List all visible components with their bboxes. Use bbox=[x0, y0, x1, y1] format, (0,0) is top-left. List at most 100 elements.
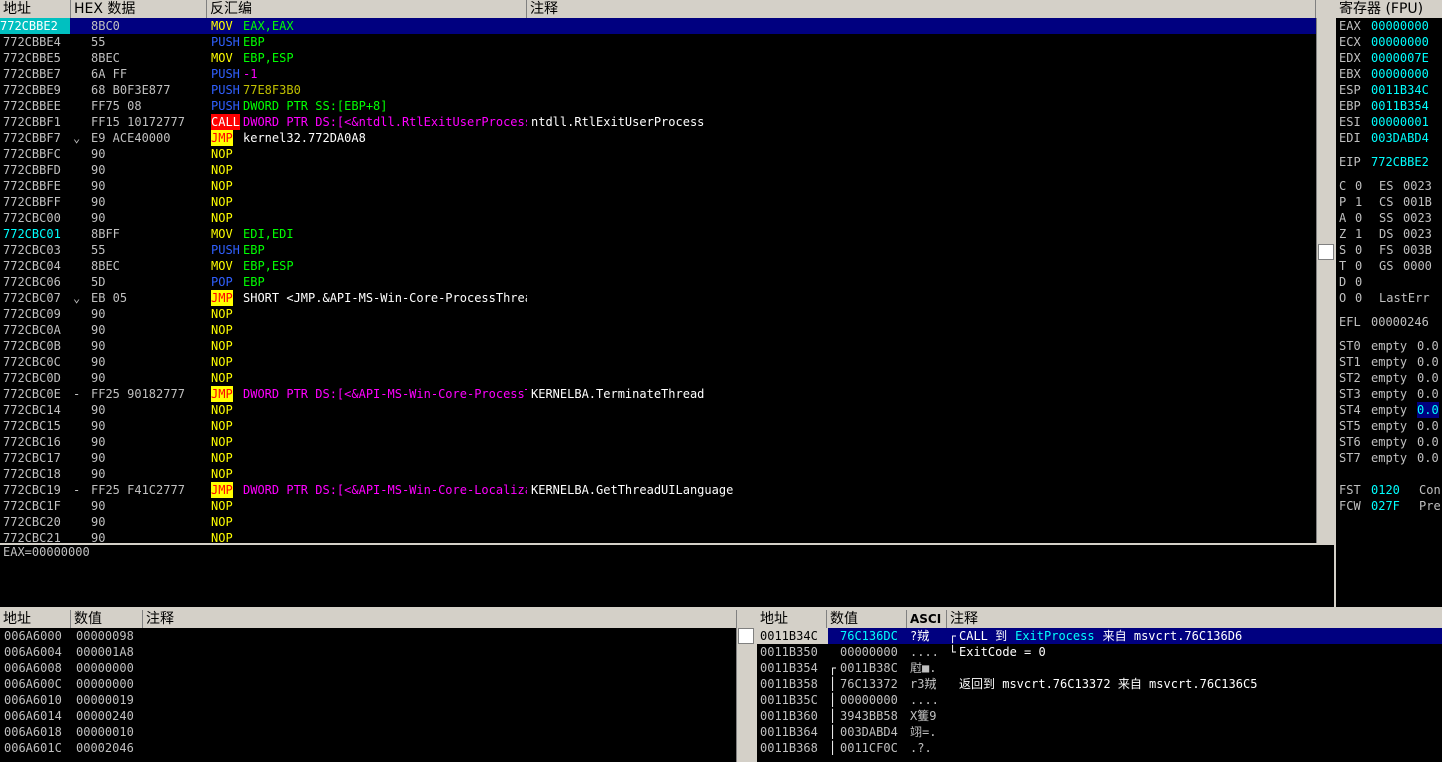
register-value[interactable]: 00000000 bbox=[1371, 18, 1429, 34]
dump-pane[interactable]: 地址 数值 注释 006A6000 00000098 006A6004 000001A… bbox=[0, 610, 754, 762]
flag-value[interactable]: 1 bbox=[1355, 226, 1362, 242]
segment-value[interactable]: 0023 bbox=[1403, 210, 1432, 226]
fpu-value[interactable]: 0.0 bbox=[1417, 370, 1439, 386]
dump-col-value[interactable]: 数值 bbox=[71, 610, 143, 628]
stack-col-address[interactable]: 地址 bbox=[757, 610, 827, 628]
disasm-row[interactable]: 772CBC18 90 NOP bbox=[0, 466, 1316, 482]
disasm-row[interactable]: 772CBBE4 55 PUSH EBP bbox=[0, 34, 1316, 50]
disasm-row[interactable]: 772CBC00 90 NOP bbox=[0, 210, 1316, 226]
disasm-row[interactable]: 772CBC04 8BEC MOV EBP,ESP bbox=[0, 258, 1316, 274]
stack-row[interactable]: 0011B35C 00000000.... │ bbox=[757, 692, 1442, 708]
register-value[interactable]: 00000000 bbox=[1371, 66, 1429, 82]
fpu-value[interactable]: 0.0 bbox=[1417, 450, 1439, 466]
disasm-row[interactable]: 772CBBE9 68 B0F3E877 PUSH 77E8F3B0 bbox=[0, 82, 1316, 98]
flag-value[interactable]: 0 bbox=[1355, 242, 1362, 258]
flag-value[interactable]: 0 bbox=[1355, 290, 1362, 306]
fpu-value[interactable]: 0.0 bbox=[1417, 434, 1439, 450]
disasm-row[interactable]: 772CBC07 ⌄ EB 05 JMP SHORT <JMP.&API-MS-Win-… bbox=[0, 290, 1316, 306]
dump-row[interactable]: 006A601C 00002046 bbox=[0, 740, 736, 756]
dump-row[interactable]: 006A6004 000001A8 bbox=[0, 644, 736, 660]
disasm-row[interactable]: 772CBC01 8BFF MOV EDI,EDI bbox=[0, 226, 1316, 242]
disasm-row[interactable]: 772CBBF7 ⌄ E9 ACE40000 JMP kernel32.772DA0A8 bbox=[0, 130, 1316, 146]
stack-row[interactable]: 0011B354 0011B38C 屗■. ┌ bbox=[757, 660, 1442, 676]
register-value[interactable]: 00000246 bbox=[1371, 314, 1429, 330]
register-value[interactable]: 772CBBE2 bbox=[1371, 154, 1429, 170]
register-value[interactable]: 00000000 bbox=[1371, 34, 1429, 50]
col-header-comment[interactable]: 注释 bbox=[527, 0, 1316, 18]
dump-row[interactable]: 006A6014 00000240 bbox=[0, 708, 736, 724]
segment-value[interactable]: 001B bbox=[1403, 194, 1432, 210]
disasm-row[interactable]: 772CBBFE 90 NOP bbox=[0, 178, 1316, 194]
disasm-row[interactable]: 772CBBE2 8BC0 MOV EAX,EAX bbox=[0, 18, 1316, 34]
disasm-row[interactable]: 772CBC0A 90 NOP bbox=[0, 322, 1316, 338]
disasm-row[interactable]: 772CBC1F 90 NOP bbox=[0, 498, 1316, 514]
disasm-row[interactable]: 772CBC0B 90 NOP bbox=[0, 338, 1316, 354]
disasm-row[interactable]: 772CBBEE FF75 08 PUSH DWORD PTR SS:[EBP+8] bbox=[0, 98, 1316, 114]
dump-scroll-thumb[interactable] bbox=[738, 628, 754, 644]
disassembly-scrollbar[interactable] bbox=[1316, 18, 1334, 543]
register-value[interactable]: 027F bbox=[1371, 498, 1400, 514]
stack-col-comment[interactable]: 注释 bbox=[947, 610, 1442, 628]
col-header-hex[interactable]: HEX 数据 bbox=[71, 0, 207, 18]
flag-value[interactable]: 0 bbox=[1355, 274, 1362, 290]
fpu-value[interactable]: 0.0 bbox=[1417, 386, 1439, 402]
flag-value[interactable]: 0 bbox=[1355, 210, 1362, 226]
segment-value[interactable]: 0023 bbox=[1403, 178, 1432, 194]
stack-row[interactable]: 0011B358 76C13372 r3羢 │ 返回到 msvcrt.76C13372 … bbox=[757, 676, 1442, 692]
flag-value[interactable]: 1 bbox=[1355, 194, 1362, 210]
register-value[interactable]: 0011B354 bbox=[1371, 98, 1429, 114]
stack-col-value[interactable]: 数值 bbox=[827, 610, 907, 628]
segment-value[interactable]: 0000 bbox=[1403, 258, 1432, 274]
dump-row[interactable]: 006A6008 00000000 bbox=[0, 660, 736, 676]
fpu-value[interactable]: 0.0 bbox=[1417, 402, 1439, 418]
disassembly-pane[interactable]: 地址 HEX 数据 反汇编 注释 772CBBE2 8BC0 MOV EAX,EAX 7… bbox=[0, 0, 1334, 543]
flag-value[interactable]: 0 bbox=[1355, 178, 1362, 194]
disasm-row[interactable]: 772CBC09 90 NOP bbox=[0, 306, 1316, 322]
stack-row[interactable]: 0011B368 0011CF0C.?. │ bbox=[757, 740, 1442, 756]
dump-row[interactable]: 006A600C 00000000 bbox=[0, 676, 736, 692]
disasm-row[interactable]: 772CBC0D 90 NOP bbox=[0, 370, 1316, 386]
disasm-row[interactable]: 772CBC21 90 NOP bbox=[0, 530, 1316, 543]
disassembly-rows[interactable]: 772CBBE2 8BC0 MOV EAX,EAX 772CBBE4 55 PUSH EBP 7… bbox=[0, 18, 1316, 543]
stack-rows[interactable]: 0011B34C 76C136DC ?羢 ┌ CALL 到 ExitProcess 来自… bbox=[757, 628, 1442, 762]
disasm-row[interactable]: 772CBBE5 8BEC MOV EBP,ESP bbox=[0, 50, 1316, 66]
registers-title[interactable]: 寄存器 (FPU) bbox=[1336, 0, 1442, 18]
stack-col-ascii[interactable]: ASCI bbox=[907, 610, 947, 628]
disasm-row[interactable]: 772CBBE7 6A FF PUSH -1 bbox=[0, 66, 1316, 82]
register-value[interactable]: 00000001 bbox=[1371, 114, 1429, 130]
dump-row[interactable]: 006A6000 00000098 bbox=[0, 628, 736, 644]
disasm-row[interactable]: 772CBBFF 90 NOP bbox=[0, 194, 1316, 210]
fpu-value[interactable]: 0.0 bbox=[1417, 354, 1439, 370]
disasm-row[interactable]: 772CBC15 90 NOP bbox=[0, 418, 1316, 434]
fpu-value[interactable]: 0.0 bbox=[1417, 338, 1439, 354]
register-value[interactable]: 0011B34C bbox=[1371, 82, 1429, 98]
disasm-row[interactable]: 772CBC0E - FF25 90182777 JMP DWORD PTR DS:[<… bbox=[0, 386, 1316, 402]
col-header-address[interactable]: 地址 bbox=[0, 0, 71, 18]
disasm-row[interactable]: 772CBBF1 FF15 10172777 CALL DWORD PTR DS:[<… bbox=[0, 114, 1316, 130]
stack-pane[interactable]: 地址 数值 ASCI 注释 0011B34C 76C136DC ?羢 ┌ CALL 到 … bbox=[757, 610, 1442, 762]
disasm-row[interactable]: 772CBC0C 90 NOP bbox=[0, 354, 1316, 370]
disasm-row[interactable]: 772CBBFC 90 NOP bbox=[0, 146, 1316, 162]
register-value[interactable]: 0120 bbox=[1371, 482, 1400, 498]
stack-row[interactable]: 0011B350 00000000.... └ ExitCode = 0 bbox=[757, 644, 1442, 660]
register-value[interactable]: 0000007E bbox=[1371, 50, 1429, 66]
flag-value[interactable]: 0 bbox=[1355, 258, 1362, 274]
disasm-row[interactable]: 772CBC16 90 NOP bbox=[0, 434, 1316, 450]
register-value[interactable]: 003DABD4 bbox=[1371, 130, 1429, 146]
disasm-row[interactable]: 772CBC06 5D POP EBP bbox=[0, 274, 1316, 290]
registers-pane[interactable]: 寄存器 (FPU) EAX 00000000 ECX 00000000 EDX 00000… bbox=[1336, 0, 1442, 607]
stack-row[interactable]: 0011B34C 76C136DC ?羢 ┌ CALL 到 ExitProcess 来自… bbox=[757, 628, 1442, 644]
dump-row[interactable]: 006A6018 00000010 bbox=[0, 724, 736, 740]
dump-col-address[interactable]: 地址 bbox=[0, 610, 71, 628]
disasm-row[interactable]: 772CBBFD 90 NOP bbox=[0, 162, 1316, 178]
segment-value[interactable]: 003B bbox=[1403, 242, 1432, 258]
dump-rows[interactable]: 006A6000 00000098 006A6004 000001A8 006A6008… bbox=[0, 628, 736, 762]
segment-value[interactable]: 0023 bbox=[1403, 226, 1432, 242]
col-header-disasm[interactable]: 反汇编 bbox=[207, 0, 527, 18]
stack-row[interactable]: 0011B364 003DABD4 翊=. │ bbox=[757, 724, 1442, 740]
dump-col-comment[interactable]: 注释 bbox=[143, 610, 737, 628]
disasm-row[interactable]: 772CBC17 90 NOP bbox=[0, 450, 1316, 466]
stack-row[interactable]: 0011B360 3943BB58 X籆9 │ bbox=[757, 708, 1442, 724]
disasm-row[interactable]: 772CBC20 90 NOP bbox=[0, 514, 1316, 530]
disasm-row[interactable]: 772CBC03 55 PUSH EBP bbox=[0, 242, 1316, 258]
